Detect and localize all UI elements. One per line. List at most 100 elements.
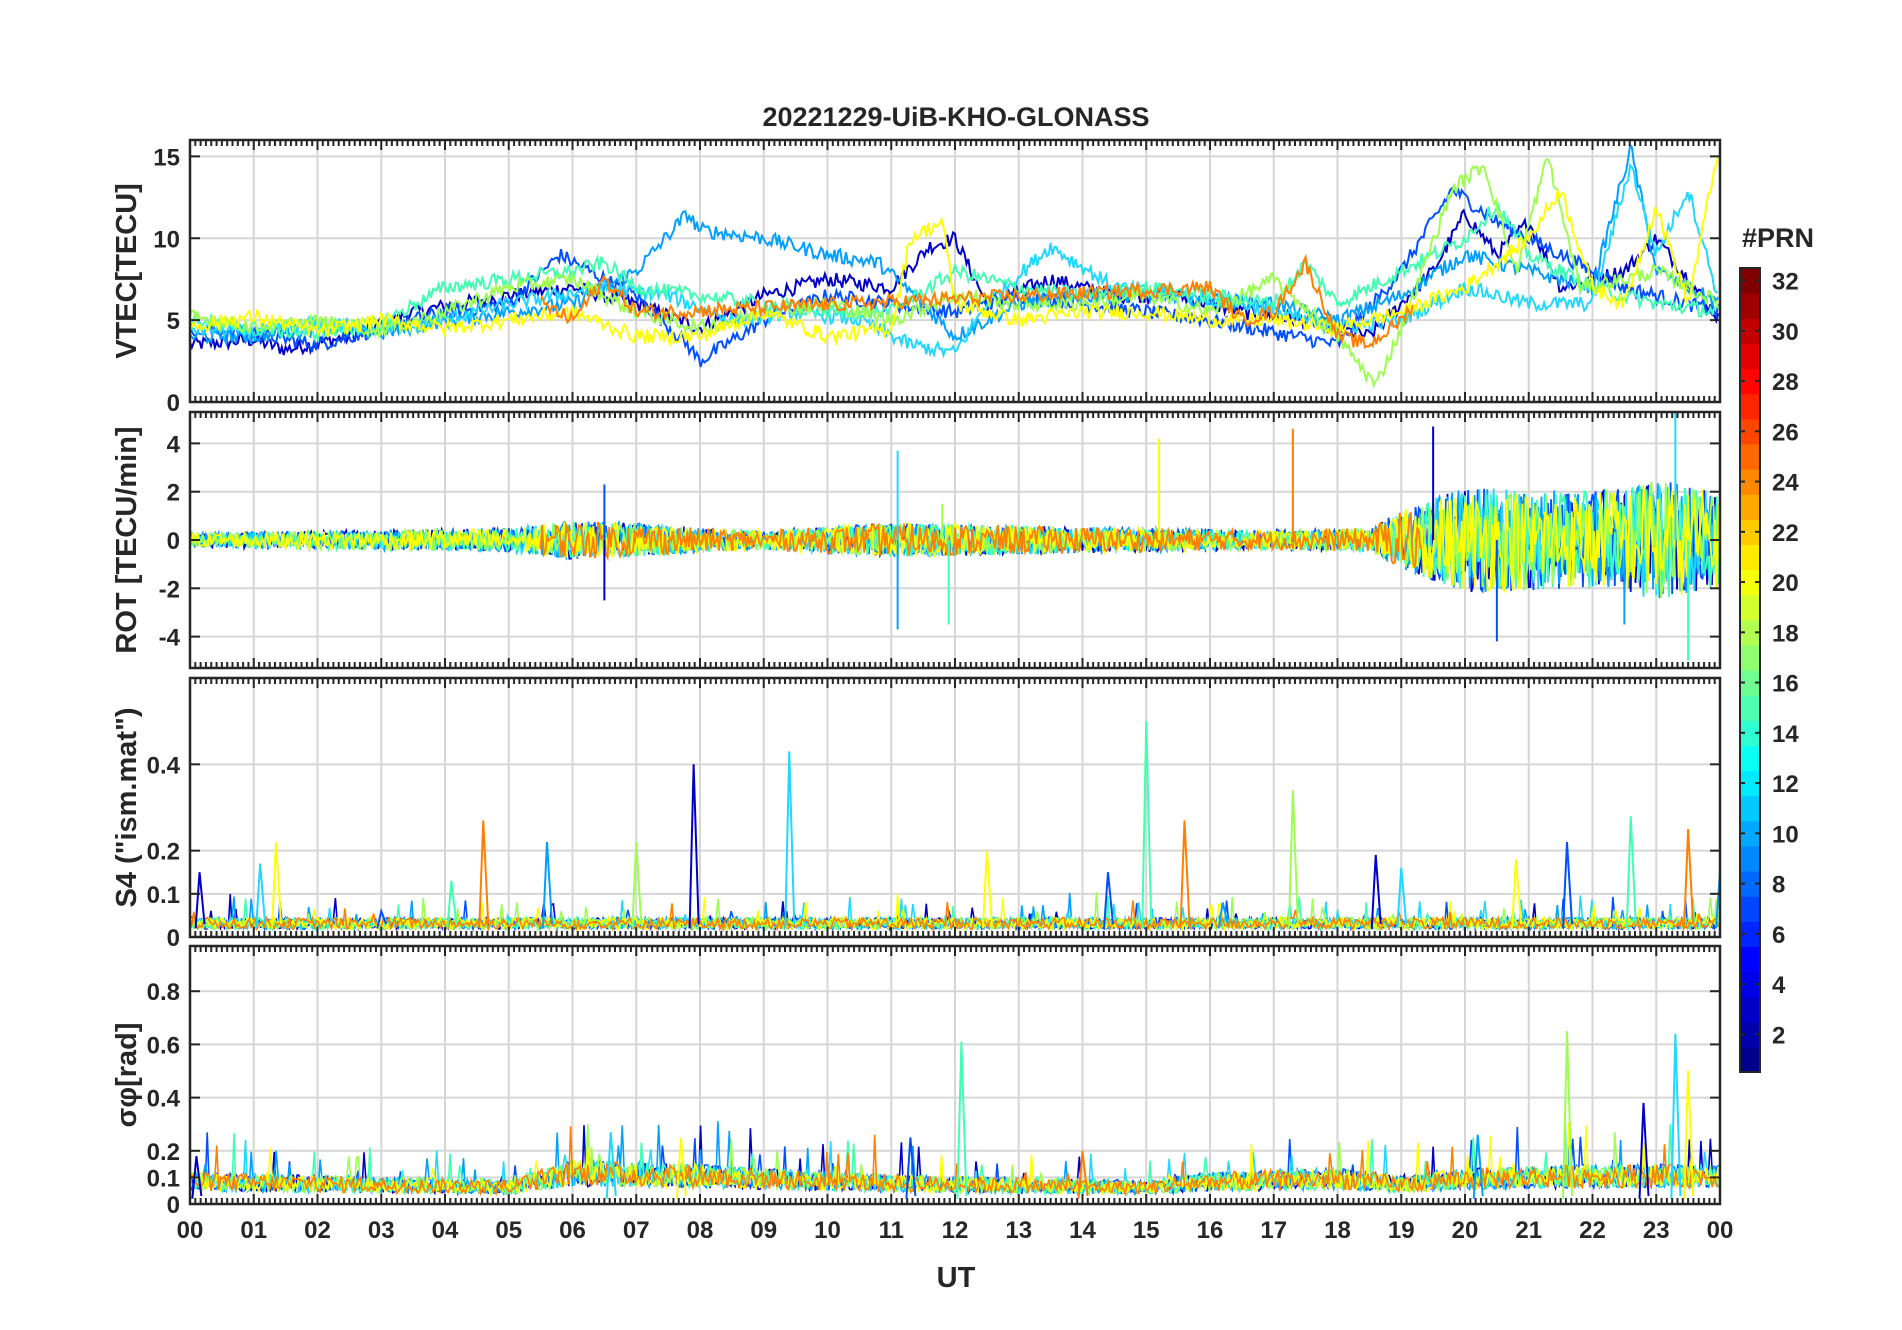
y-axis-label: S4 ("ism.mat") [111, 708, 143, 908]
x-tick-label: 19 [1388, 1217, 1415, 1244]
colorbar-tick-label: 4 [1772, 972, 1786, 999]
y-tick-label: 0.6 [147, 1032, 180, 1059]
y-axis-label: VTEC[TECU] [111, 183, 143, 359]
colorbar-segment [1740, 343, 1760, 370]
colorbar-segment [1740, 443, 1760, 470]
colorbar-segment [1740, 996, 1760, 1023]
y-tick-label: 5 [167, 308, 180, 335]
colorbar-segment [1740, 745, 1760, 772]
scint-spike [1472, 1134, 1484, 1199]
colorbar-tick-label: 32 [1772, 269, 1799, 296]
colorbar-tick-label: 20 [1772, 570, 1799, 597]
x-tick-label: 22 [1579, 1217, 1606, 1244]
y-tick-label: 2 [167, 480, 180, 507]
x-tick-label: 20 [1452, 1217, 1479, 1244]
grid [189, 678, 1721, 938]
colorbar-label: #PRN [1742, 223, 1814, 253]
colorbar-segment [1740, 594, 1760, 621]
colorbar-tick-label: 22 [1772, 520, 1799, 547]
x-tick-label: 00 [177, 1217, 204, 1244]
colorbar-tick-label: 18 [1772, 620, 1799, 647]
y-tick-label: 0.2 [147, 839, 180, 866]
colorbar-tick-label: 24 [1772, 470, 1799, 497]
scint-spike [542, 841, 553, 929]
y-tick-label: 0 [167, 925, 180, 952]
colorbar-segment [1740, 644, 1760, 671]
colorbar-tick-label: 2 [1772, 1022, 1785, 1049]
colorbar-segment [1740, 695, 1760, 721]
panel-data [190, 721, 1720, 933]
y-tick-label: 0.4 [147, 752, 181, 779]
scint-spike [1179, 820, 1191, 929]
colorbar-tick-label: 8 [1772, 872, 1785, 899]
x-tick-label: 08 [687, 1217, 714, 1244]
colorbar-segment [1740, 1046, 1760, 1073]
scint-spike [784, 751, 796, 929]
y-tick-label: 0 [167, 1192, 180, 1219]
y-tick-label: 0.2 [147, 1139, 180, 1166]
colorbar-tick-label: 30 [1772, 319, 1799, 346]
x-tick-label: 16 [1197, 1217, 1224, 1244]
chart-title: 20221229-UiB-KHO-GLONASS [762, 102, 1149, 132]
x-tick-label: 21 [1515, 1217, 1542, 1244]
y-axis-label: σφ[rad] [111, 1022, 143, 1127]
x-tick-label: 14 [1069, 1217, 1096, 1244]
colorbar-segment [1740, 393, 1760, 420]
colorbar-segment [1740, 896, 1760, 922]
colorbar-segment [1740, 845, 1760, 872]
x-tick-label: 01 [240, 1217, 267, 1244]
colorbar-segment [1740, 494, 1760, 520]
y-tick-label: 0.4 [147, 1086, 181, 1113]
scint-spike [1683, 829, 1695, 929]
y-tick-label: 0.1 [147, 1165, 180, 1192]
panel-3: 0 0.1 0.2 0.4S4 ("ism.mat") [111, 676, 1722, 952]
panel-2: -4 -2 0 2 4 ROT [TECU/min] [111, 410, 1722, 670]
colorbar-segment [1740, 293, 1760, 319]
x-tick-label: 03 [368, 1217, 395, 1244]
y-tick-label: 0 [167, 390, 180, 417]
x-tick-label: 00 [1707, 1217, 1734, 1244]
x-tick-label: 12 [942, 1217, 969, 1244]
scint-spike [1625, 816, 1637, 929]
colorbar-tick-label: 6 [1772, 922, 1785, 949]
x-tick-label: 10 [814, 1217, 841, 1244]
x-tick-label: 04 [432, 1217, 459, 1244]
colorbar-tick-label: 16 [1772, 671, 1799, 698]
panel-4: 00.10.2 0.4 0.6 0.8σφ[rad] 00 01 02 03 04 05 06 07 0… [111, 944, 1734, 1244]
colorbar-tick-label: 10 [1772, 821, 1799, 848]
x-tick-label: 02 [304, 1217, 331, 1244]
colorbar-tick-label: 26 [1772, 419, 1799, 446]
x-axis-label: UT [937, 1262, 976, 1294]
colorbar: 2468101214161820222426283032#PRN [1739, 223, 1814, 1073]
scint-spike [1287, 790, 1299, 929]
colorbar-tick-label: 14 [1772, 721, 1799, 748]
colorbar-tick-label: 28 [1772, 369, 1799, 396]
colorbar-segment [1740, 795, 1760, 822]
colorbar-segment [1740, 946, 1760, 973]
x-tick-label: 15 [1133, 1217, 1160, 1244]
panel-1: 0 5 10 15 VTEC[TECU] [111, 138, 1722, 417]
y-tick-label: 0.1 [147, 882, 180, 909]
scint-spike [981, 850, 993, 929]
x-tick-label: 11 [879, 1217, 904, 1244]
x-tick-label: 23 [1643, 1217, 1670, 1244]
figure: 20221229-UiB-KHO-GLONASS 051015VTEC[TECU… [111, 102, 1814, 1294]
colorbar-tick-label: 12 [1772, 771, 1799, 798]
scint-spike [1562, 841, 1573, 929]
x-tick-label: 07 [623, 1217, 650, 1244]
y-tick-label: 15 [153, 144, 180, 171]
scint-spike [271, 841, 283, 929]
y-axis-label: ROT [TECU/min] [111, 426, 143, 653]
colorbar-segment [1740, 544, 1760, 571]
x-tick-label: 17 [1260, 1217, 1287, 1244]
y-tick-label: 4 [167, 431, 181, 458]
grid [189, 946, 1721, 1205]
y-tick-label: 10 [153, 226, 180, 253]
scint-spike [956, 1041, 968, 1199]
y-tick-label: -2 [159, 576, 180, 603]
chart-panels: 051015VTEC[TECU]-4-2024ROT [TECU/min]00.… [111, 138, 1734, 1244]
x-tick-label: 13 [1005, 1217, 1032, 1244]
x-tick-label: 06 [559, 1217, 586, 1244]
scint-spike [688, 764, 700, 929]
x-tick-label: 05 [495, 1217, 522, 1244]
